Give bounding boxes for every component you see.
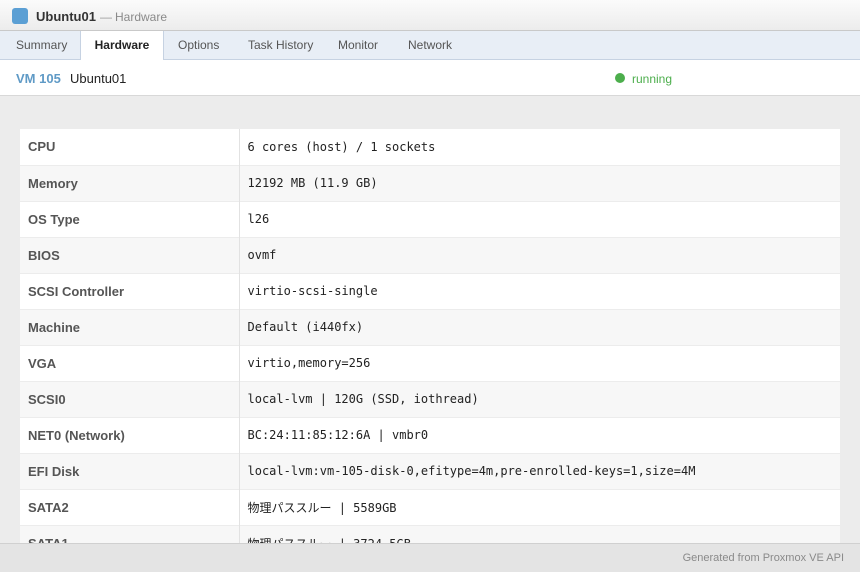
row-key: BIOS [20, 237, 240, 273]
row-key: Machine [20, 309, 240, 345]
row-value: l26 [247, 212, 270, 226]
row-value: 物理パススルー | 5589GB [247, 500, 397, 515]
hardware-panel[interactable]: CPU 6 cores (host) / 1 sockets Memory 1219… [0, 96, 860, 543]
table-row[interactable]: Memory 12192 MB (11.9 GB) [20, 165, 840, 201]
table-row[interactable]: VGA virtio,memory=256 [20, 345, 840, 381]
row-value: virtio-scsi-single [247, 284, 378, 298]
table-row[interactable]: Machine Default (i440fx) [20, 309, 840, 345]
table-row[interactable]: EFI Disk local-lvm:vm-105-disk-0,efitype=… [20, 453, 840, 489]
title-bar: Ubuntu01 — Hardware [0, 0, 860, 31]
row-value: local-lvm:vm-105-disk-0,efitype=4m,pre-e… [247, 464, 696, 478]
row-key: EFI Disk [20, 453, 240, 489]
row-value: Default (i440fx) [247, 320, 364, 334]
tab-monitor[interactable]: Monitor [330, 31, 386, 59]
tab-summary[interactable]: Summary [8, 31, 75, 59]
tab-task-history[interactable]: Task History [240, 31, 321, 59]
table-row[interactable]: BIOS ovmf [20, 237, 840, 273]
status-dot-icon [615, 73, 625, 83]
row-key: VGA [20, 345, 240, 381]
tab-options[interactable]: Options [170, 31, 227, 59]
row-key: SCSI0 [20, 381, 240, 417]
row-value: local-lvm | 120G (SSD, iothread) [247, 392, 479, 406]
row-key: SCSI Controller [20, 273, 240, 309]
row-key: CPU [20, 129, 240, 165]
row-value: ovmf [247, 248, 277, 262]
table-row[interactable]: SATA2 物理パススルー | 5589GB [20, 489, 840, 525]
tab-hardware[interactable]: Hardware [80, 31, 164, 60]
footer-text: Generated from Proxmox VE API [682, 552, 844, 564]
vm-header: VM 105 Ubuntu01 running [0, 60, 860, 96]
row-key: SATA1 [20, 525, 240, 543]
tab-bar: Summary Hardware Options Task History Mo… [0, 31, 860, 60]
row-key: Memory [20, 165, 240, 201]
row-value: BC:24:11:85:12:6A | vmbr0 [247, 428, 429, 442]
table-row[interactable]: SCSI0 local-lvm | 120G (SSD, iothread) [20, 381, 840, 417]
table-row[interactable]: SATA1物理パススルー | 3724.5GB [20, 525, 840, 543]
row-value: 12192 MB (11.9 GB) [247, 176, 378, 190]
row-value: 物理パススルー | 3724.5GB [239, 525, 840, 544]
title-separator: — [100, 10, 112, 24]
vm-id: VM 105 [16, 71, 61, 86]
row-key: OS Type [20, 201, 240, 237]
hardware-table: CPU 6 cores (host) / 1 sockets Memory 1219… [20, 129, 840, 543]
tab-network[interactable]: Network [400, 31, 460, 59]
window-title: Ubuntu01 [36, 9, 96, 24]
footer: Generated from Proxmox VE API [0, 543, 860, 572]
vm-name: Ubuntu01 [70, 71, 127, 86]
window-subtitle: Hardware [115, 10, 168, 24]
table-row[interactable]: CPU 6 cores (host) / 1 sockets [20, 129, 840, 165]
table-row[interactable]: NET0 (Network) BC:24:11:85:12:6A | vmbr0 [20, 417, 840, 453]
app-icon [12, 8, 28, 24]
table-row[interactable]: OS Type l26 [20, 201, 840, 237]
row-key: SATA2 [20, 489, 240, 525]
row-key: NET0 (Network) [20, 417, 240, 453]
table-row[interactable]: SCSI Controller virtio-scsi-single [20, 273, 840, 309]
row-value: virtio,memory=256 [247, 356, 371, 370]
row-value: 6 cores (host) / 1 sockets [247, 139, 436, 154]
status-text: running [632, 72, 673, 86]
